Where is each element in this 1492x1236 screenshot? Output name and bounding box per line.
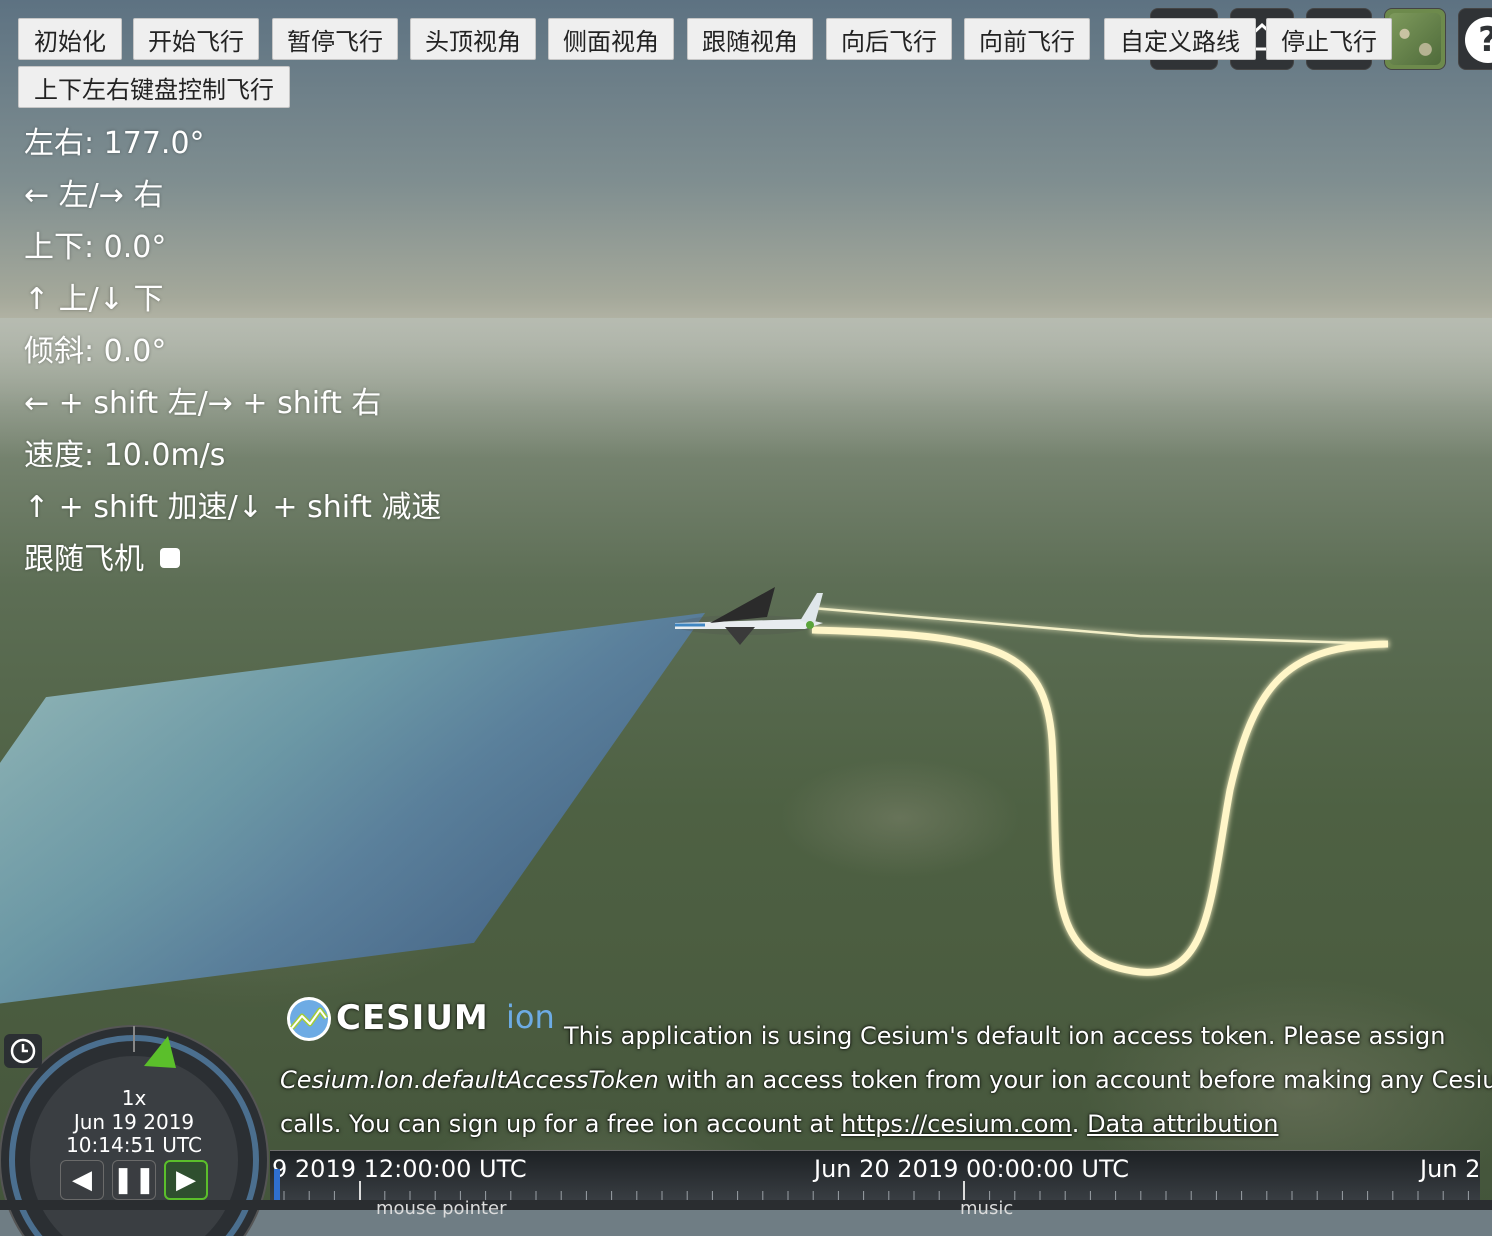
- bottom-item-1: mouse pointer: [376, 1198, 507, 1219]
- credit-line-3-sep: .: [1071, 1110, 1088, 1138]
- keyboard-control-button[interactable]: 上下左右键盘控制飞行: [18, 66, 290, 108]
- fly-backward-button[interactable]: 向后飞行: [826, 18, 952, 60]
- start-flight-button[interactable]: 开始飞行: [133, 18, 259, 60]
- help-icon: ?: [1465, 17, 1492, 63]
- play-forward-button[interactable]: ▶: [164, 1160, 208, 1200]
- cesium-link[interactable]: https://cesium.com: [841, 1110, 1072, 1138]
- clock-icon[interactable]: [4, 1034, 42, 1068]
- credit-line-2-text: with an access token from your ion accou…: [658, 1066, 1492, 1094]
- data-attribution-link[interactable]: Data attribution: [1087, 1110, 1278, 1138]
- side-view-button[interactable]: 侧面视角: [548, 18, 674, 60]
- pause-flight-button[interactable]: 暂停飞行: [272, 18, 398, 60]
- pitch-readout: 上下: 0.0°: [24, 230, 167, 265]
- play-icon: ▶: [176, 1165, 196, 1195]
- pause-icon: ❚❚: [112, 1165, 156, 1195]
- bottom-item-2: music: [960, 1198, 1014, 1219]
- custom-route-button[interactable]: 自定义路线: [1104, 18, 1256, 60]
- init-button[interactable]: 初始化: [18, 18, 122, 60]
- cesium-logo-text: CESIUM: [336, 998, 489, 1038]
- heading-readout: 左右: 177.0°: [24, 126, 205, 161]
- top-view-button[interactable]: 头顶视角: [410, 18, 536, 60]
- rewind-icon: ◀: [72, 1165, 92, 1195]
- flight-path-glow: [811, 626, 1389, 976]
- animation-time: 10:14:51 UTC: [66, 1133, 202, 1157]
- animation-date: Jun 19 2019: [73, 1110, 195, 1134]
- flight-path-thin: [811, 606, 1389, 646]
- help-button[interactable]: ?: [1458, 8, 1492, 70]
- fly-forward-button[interactable]: 向前飞行: [964, 18, 1090, 60]
- credit-line-2: Cesium.Ion.defaultAccessToken with an ac…: [280, 1066, 1492, 1094]
- follow-view-button[interactable]: 跟随视角: [687, 18, 813, 60]
- timeline-label-end: Jun 2: [1420, 1155, 1480, 1183]
- credit-line-3-text: calls. You can sign up for a free ion ac…: [280, 1110, 842, 1138]
- bottom-bar: [0, 1200, 1492, 1210]
- speed-keys-hint: ↑ + shift 加速/↓ + shift 减速: [24, 490, 442, 525]
- follow-plane-checkbox[interactable]: [160, 547, 180, 568]
- heading-keys-hint: ← 左/→ 右: [24, 178, 164, 213]
- pitch-keys-hint: ↑ 上/↓ 下: [24, 282, 164, 317]
- stop-flight-button[interactable]: 停止飞行: [1266, 18, 1392, 60]
- base-layer-picker-button[interactable]: [1384, 8, 1446, 70]
- follow-plane-row: 跟随飞机: [24, 534, 180, 578]
- cesium-ion-logo[interactable]: CESIUM ion: [284, 994, 556, 1044]
- timeline-needle[interactable]: [274, 1169, 280, 1203]
- play-reverse-button[interactable]: ◀: [60, 1160, 104, 1200]
- roll-readout: 倾斜: 0.0°: [24, 334, 167, 369]
- credit-line-3: calls. You can sign up for a free ion ac…: [280, 1110, 1278, 1138]
- credit-line-1: This application is using Cesium's defau…: [564, 1022, 1446, 1050]
- access-token-code: Cesium.Ion.defaultAccessToken: [280, 1066, 659, 1094]
- timeline-label-start: 9 2019 12:00:00 UTC: [272, 1155, 527, 1183]
- cesium-logo-ion: ion: [506, 998, 555, 1036]
- imagery-thumbnail: [1389, 13, 1441, 65]
- cesium-logo-icon: [287, 997, 331, 1041]
- roll-keys-hint: ← + shift 左/→ + shift 右: [24, 386, 382, 421]
- speed-readout: 速度: 10.0m/s: [24, 438, 226, 473]
- pause-button[interactable]: ❚❚: [112, 1160, 156, 1200]
- airplane-model: [675, 587, 823, 645]
- animation-speed: 1x: [121, 1086, 147, 1110]
- follow-plane-label: 跟随飞机: [24, 542, 144, 577]
- timeline[interactable]: 9 2019 12:00:00 UTC Jun 20 2019 00:00:00…: [270, 1150, 1480, 1203]
- timeline-label-mid: Jun 20 2019 00:00:00 UTC: [814, 1155, 1129, 1183]
